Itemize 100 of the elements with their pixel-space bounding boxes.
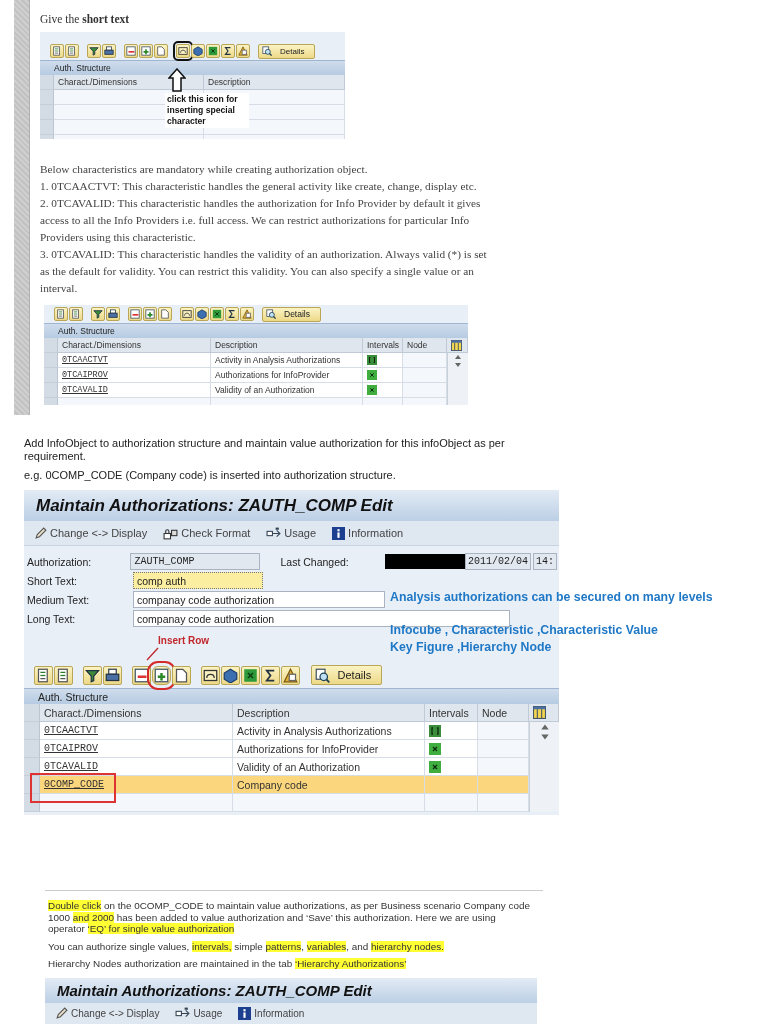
note-text: Analysis authorizations can be secured on many levels bbox=[390, 589, 713, 606]
text-field[interactable]: comp auth bbox=[133, 572, 263, 589]
usage-icon bbox=[266, 526, 282, 540]
page-icon bbox=[156, 46, 166, 56]
text-field[interactable]: companay code authorization bbox=[133, 591, 385, 608]
filter-icon bbox=[89, 46, 99, 56]
body-paragraph: Hierarchy Nodes authorization are maintained in the tab ‘Hierarchy Authorizations’ bbox=[48, 958, 408, 970]
pencil-icon bbox=[55, 1006, 68, 1020]
scroll-down-icon[interactable] bbox=[454, 361, 462, 369]
cube-icon bbox=[193, 46, 203, 56]
column-settings-icon[interactable] bbox=[533, 706, 546, 719]
characteristic-link[interactable]: 0TCAACTVT bbox=[62, 355, 108, 365]
action-button[interactable]: Information bbox=[332, 526, 404, 540]
toolbar-button[interactable] bbox=[132, 665, 152, 685]
toolbar-button[interactable] bbox=[206, 44, 220, 58]
toolbar-button[interactable] bbox=[201, 665, 221, 685]
column-header: Intervals bbox=[363, 338, 403, 353]
row-delete-icon bbox=[126, 46, 136, 56]
time-field: 14: bbox=[533, 553, 557, 570]
print-icon bbox=[104, 46, 114, 56]
toolbar-button[interactable] bbox=[221, 665, 241, 685]
toolbar-button[interactable] bbox=[261, 665, 281, 685]
characteristic-link[interactable]: 0TCAIPROV bbox=[44, 743, 98, 754]
row-selector[interactable] bbox=[24, 758, 40, 776]
details-button[interactable]: Details bbox=[310, 665, 383, 685]
column-header: Node bbox=[403, 338, 447, 353]
action-button[interactable]: Change <-> Display bbox=[55, 1006, 160, 1020]
toolbar-button[interactable] bbox=[225, 307, 239, 321]
toolbar-button[interactable] bbox=[176, 44, 190, 58]
scroll-down-icon[interactable] bbox=[539, 732, 550, 742]
characteristic-link[interactable]: 0COMP_CODE bbox=[44, 779, 104, 790]
toolbar-button[interactable] bbox=[102, 44, 116, 58]
toolbar-button[interactable] bbox=[106, 307, 120, 321]
column-header: Charact./Dimensions bbox=[54, 75, 204, 90]
table-cell: Authorizations for InfoProvider bbox=[233, 740, 425, 758]
toolbar-button[interactable] bbox=[54, 665, 73, 685]
body-paragraph: You can authorize single values, intervals, simple patterns, variables, and hierarchy nodes. bbox=[48, 940, 446, 953]
toolbar-button[interactable] bbox=[191, 44, 205, 58]
toolbar-button[interactable] bbox=[103, 665, 123, 685]
cube-icon bbox=[223, 667, 239, 683]
instruction-text: Give the short text bbox=[40, 13, 131, 25]
action-button[interactable]: Usage bbox=[175, 1006, 223, 1020]
details-button[interactable]: Details bbox=[258, 43, 316, 59]
document-icon bbox=[56, 667, 71, 683]
row-insert-icon bbox=[145, 309, 155, 319]
page-icon bbox=[174, 667, 190, 683]
section-header: Auth. Structure bbox=[40, 60, 345, 75]
body-paragraph: Below characteristics are mandatory while creating authorization object. bbox=[40, 162, 369, 177]
body-paragraph: Add InfoObject to authorization structure and maintain value authorization for this infoObject as per requirement. bbox=[24, 437, 506, 463]
details-button[interactable]: Details bbox=[262, 306, 321, 322]
window-title: Maintain Authorizations: ZAUTH_COMP Edit bbox=[24, 490, 559, 521]
characteristic-link[interactable]: 0TCAVALID bbox=[62, 385, 108, 395]
toolbar-button[interactable] bbox=[195, 307, 209, 321]
toolbar-button[interactable] bbox=[34, 665, 53, 685]
action-button[interactable]: Usage bbox=[266, 526, 317, 540]
column-header: Description bbox=[211, 338, 363, 353]
magnifier-icon bbox=[314, 667, 330, 683]
toolbar-button[interactable] bbox=[180, 307, 194, 321]
toolbar-button[interactable] bbox=[172, 665, 192, 685]
body-paragraph: 2. 0TCAVALID: This characteristic handles the authorization for Info Provider by default it gives access to all the Info Providers i.e. full access. We can restrict authorizations for particular Info Providers using this characteristic. bbox=[40, 196, 482, 245]
filter-icon bbox=[93, 309, 103, 319]
toolbar-button[interactable] bbox=[281, 665, 301, 685]
document-icon bbox=[36, 667, 51, 683]
action-button[interactable]: Information bbox=[238, 1006, 305, 1020]
action-button[interactable]: Check Format bbox=[163, 526, 251, 540]
character-icon bbox=[203, 667, 219, 683]
characteristic-link[interactable]: 0TCAACTVT bbox=[44, 725, 98, 736]
characteristic-link[interactable]: 0TCAVALID bbox=[44, 761, 98, 772]
table-cell: Authorizations for InfoProvider bbox=[211, 368, 363, 383]
toolbar-button[interactable] bbox=[241, 665, 261, 685]
scrollbar[interactable] bbox=[529, 722, 559, 812]
text-field[interactable]: ZAUTH_COMP bbox=[130, 553, 261, 570]
interval-range-icon bbox=[429, 724, 441, 737]
up-arrow-icon bbox=[168, 68, 186, 92]
toolbar-button[interactable] bbox=[210, 307, 224, 321]
toolbar-button[interactable] bbox=[83, 665, 103, 685]
toolbar-button[interactable] bbox=[91, 307, 105, 321]
callout-text: click this icon for inserting special character bbox=[165, 93, 249, 128]
toolbar-button[interactable] bbox=[87, 44, 101, 58]
print-icon bbox=[105, 667, 121, 683]
document-icon bbox=[52, 46, 62, 56]
body-paragraph: Double click on the 0COMP_CODE to maintain value authorizations, as per Business scenario Company code 1000 and 2000 has been added to value authorization and ‘Save’ this authorization. Here we are using operator ‘EQ’ for single value authorization bbox=[48, 900, 531, 935]
document-icon bbox=[67, 46, 77, 56]
lock-icon bbox=[163, 526, 179, 540]
window-title: Maintain Authorizations: ZAUTH_COMP Edit bbox=[45, 977, 537, 1003]
table-cell: Activity in Analysis Authorizations bbox=[211, 353, 363, 368]
column-header: Description bbox=[204, 75, 345, 90]
cube-icon bbox=[197, 309, 207, 319]
scrollbar[interactable] bbox=[447, 353, 468, 398]
annotation-text: Insert Row bbox=[158, 635, 210, 646]
toolbar-button[interactable] bbox=[221, 44, 235, 58]
chart-icon bbox=[242, 309, 252, 319]
interval-range-icon bbox=[367, 355, 377, 365]
body-paragraph: 3. 0TCAVALID: This characteristic handles the validity of an authorization. Always valid (*) is set as the default for validity. You can restrict this validity. You can also specify a single value or an interval. bbox=[40, 247, 488, 296]
character-icon bbox=[178, 46, 188, 56]
characteristic-link[interactable]: 0TCAIPROV bbox=[62, 370, 108, 380]
body-paragraph: e.g. 0COMP_CODE (Company code) is inserted into authorization structure. bbox=[24, 469, 397, 482]
column-header: Intervals bbox=[425, 704, 478, 722]
action-button[interactable]: Change <-> Display bbox=[34, 526, 148, 540]
column-settings-icon[interactable] bbox=[451, 339, 462, 351]
